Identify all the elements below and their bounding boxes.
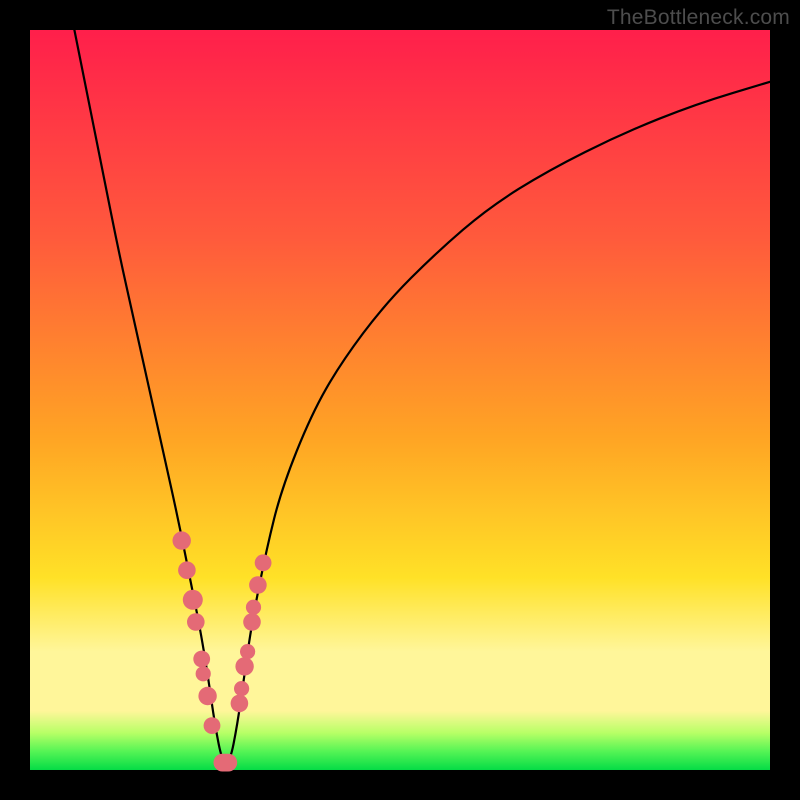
sample-marker — [173, 531, 191, 549]
marker-group — [173, 531, 272, 771]
sample-marker — [187, 613, 205, 631]
sample-marker — [235, 657, 253, 675]
watermark-text: TheBottleneck.com — [607, 6, 790, 30]
sample-marker — [255, 554, 272, 571]
sample-marker — [249, 576, 267, 594]
sample-marker — [178, 561, 196, 579]
chart-frame: TheBottleneck.com — [0, 0, 800, 800]
plot-area — [30, 30, 770, 770]
sample-marker — [234, 681, 249, 696]
sample-marker — [196, 666, 211, 681]
sample-marker — [240, 644, 255, 659]
sample-marker — [204, 717, 221, 734]
sample-marker — [183, 590, 203, 610]
sample-marker — [231, 695, 249, 713]
sample-marker — [198, 687, 216, 705]
bottleneck-curve — [74, 30, 770, 763]
sample-marker — [243, 613, 261, 631]
sample-marker — [193, 651, 210, 668]
trough-marker — [214, 754, 238, 772]
curve-layer — [30, 30, 770, 770]
sample-marker — [246, 600, 261, 615]
